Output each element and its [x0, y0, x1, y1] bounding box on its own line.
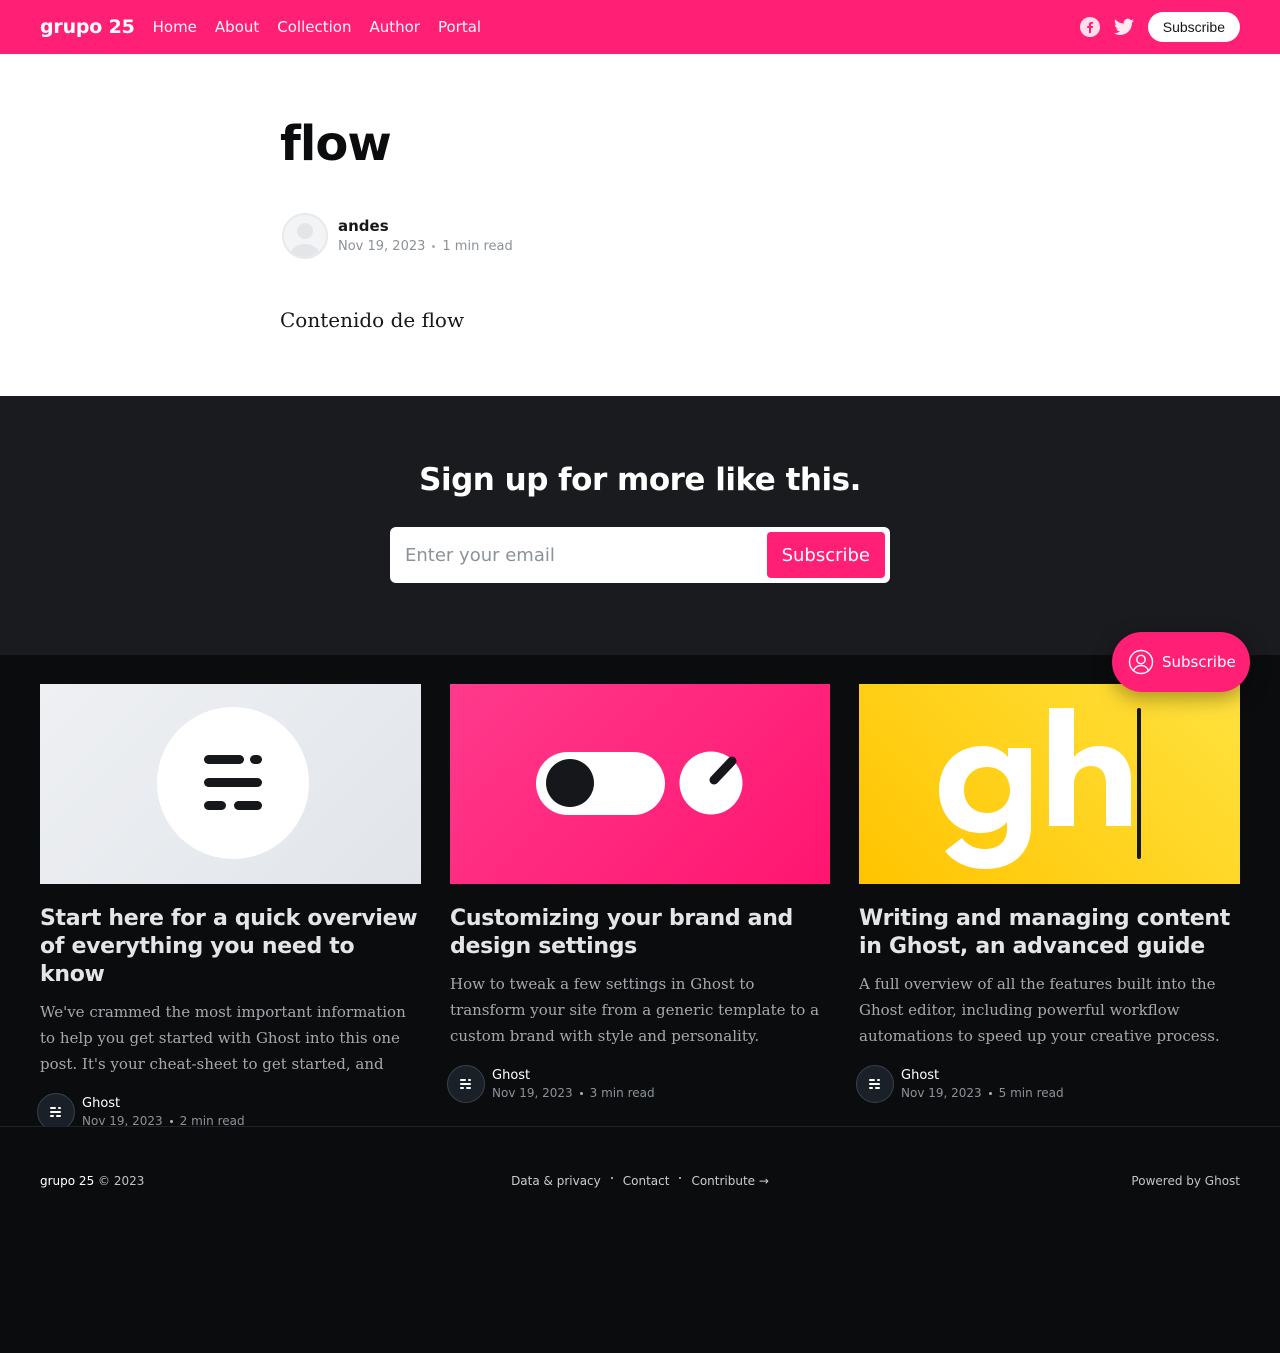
article-date: Nov 19, 2023: [338, 238, 426, 254]
twitter-icon[interactable]: [1113, 17, 1134, 37]
text-cursor-icon: [939, 708, 1141, 869]
site-footer: grupo 25 © 2023 Data & privacy Contact C…: [0, 1126, 1280, 1353]
article-reading-time: 1 min read: [442, 238, 513, 254]
post-card-image[interactable]: [40, 684, 421, 884]
post-card-meta: Ghost Nov 19, 2023 5 min read: [901, 1068, 1064, 1100]
ghost-logo-icon: [50, 1107, 61, 1117]
footer-separator: [679, 1177, 682, 1179]
post-card-title[interactable]: Start here for a quick overview of every…: [40, 905, 421, 989]
post-card-image[interactable]: [450, 684, 830, 884]
ghost-logo-icon: [157, 707, 309, 859]
article-byline: andes Nov 19, 2023 1 min read: [282, 213, 513, 259]
footer-nav: Data & privacy Contact Contribute →: [0, 1174, 1280, 1188]
article-title: flow: [280, 116, 392, 172]
footer-link-contact[interactable]: Contact: [623, 1174, 670, 1188]
article-meta: Nov 19, 2023 1 min read: [338, 239, 513, 254]
post-card-reading-time: 3 min read: [589, 1086, 655, 1100]
user-icon: [288, 223, 322, 257]
portal-subscribe-button[interactable]: Subscribe: [1112, 632, 1250, 692]
post-card-author[interactable]: Ghost: [82, 1096, 245, 1111]
powered-by-ghost[interactable]: Powered by Ghost: [1131, 1174, 1240, 1188]
post-card[interactable]: Customizing your brand and design settin…: [447, 684, 830, 1103]
post-card-image[interactable]: [859, 684, 1240, 884]
nav-item-collection[interactable]: Collection: [277, 18, 351, 36]
footer-separator: [610, 1177, 613, 1179]
ghost-logo-icon: [460, 1079, 471, 1089]
cta-subscribe-button[interactable]: Subscribe: [766, 532, 885, 578]
post-card-meta-line: Nov 19, 2023 3 min read: [492, 1086, 655, 1100]
post-card-author[interactable]: Ghost: [492, 1068, 655, 1083]
related-posts: Start here for a quick overview of every…: [0, 655, 1280, 1131]
post-card-date: Nov 19, 2023: [492, 1086, 573, 1100]
meta-separator: [432, 244, 436, 248]
user-circle-icon: [1128, 649, 1154, 675]
nav-item-portal[interactable]: Portal: [438, 18, 481, 36]
toggle-switch-icon: [536, 751, 743, 815]
post-card[interactable]: Writing and managing content in Ghost, a…: [856, 684, 1240, 1103]
post-card-title[interactable]: Customizing your brand and design settin…: [450, 905, 830, 961]
meta-separator: [169, 1119, 173, 1123]
header-subscribe-button[interactable]: Subscribe: [1147, 12, 1240, 42]
cta-form: Subscribe: [390, 527, 890, 583]
ghost-avatar[interactable]: [447, 1065, 485, 1103]
nav-item-about[interactable]: About: [215, 18, 259, 36]
post-card-footer: Ghost Nov 19, 2023 3 min read: [447, 1065, 830, 1103]
post-card-meta: Ghost Nov 19, 2023 2 min read: [82, 1096, 245, 1128]
byline-meta: andes Nov 19, 2023 1 min read: [338, 217, 513, 254]
ghost-logo-icon: [869, 1079, 880, 1089]
post-card-meta-line: Nov 19, 2023 5 min read: [901, 1086, 1064, 1100]
main-nav: Home About Collection Author Portal: [153, 18, 481, 36]
nav-item-home[interactable]: Home: [153, 18, 197, 36]
post-card-excerpt: A full overview of all the features buil…: [859, 975, 1220, 1045]
post-card-author[interactable]: Ghost: [901, 1068, 1064, 1083]
cta-title: Sign up for more like this.: [419, 462, 861, 498]
post-card[interactable]: Start here for a quick overview of every…: [37, 684, 421, 1131]
ghost-avatar[interactable]: [856, 1065, 894, 1103]
meta-separator: [579, 1091, 583, 1095]
site-header: grupo 25 Home About Collection Author Po…: [0, 0, 1280, 54]
post-card-footer: Ghost Nov 19, 2023 5 min read: [856, 1065, 1240, 1103]
article: flow andes Nov 19, 2023 1 min read Conte…: [0, 54, 1280, 396]
facebook-icon[interactable]: [1079, 17, 1100, 37]
newsletter-cta: Sign up for more like this. Subscribe: [0, 396, 1280, 655]
post-card-excerpt: How to tweak a few settings in Ghost to …: [450, 975, 820, 1045]
author-avatar[interactable]: [282, 213, 328, 259]
author-name[interactable]: andes: [338, 217, 513, 235]
site-logo[interactable]: grupo 25: [40, 16, 135, 38]
email-input[interactable]: [405, 544, 767, 566]
portal-label: Subscribe: [1162, 653, 1236, 671]
footer-link-contribute[interactable]: Contribute →: [691, 1174, 768, 1188]
post-card-title[interactable]: Writing and managing content in Ghost, a…: [859, 905, 1240, 961]
header-actions: Subscribe: [1079, 12, 1240, 42]
nav-item-author[interactable]: Author: [369, 18, 420, 36]
meta-separator: [988, 1091, 992, 1095]
post-card-meta: Ghost Nov 19, 2023 3 min read: [492, 1068, 655, 1100]
article-content: Contenido de flow: [280, 308, 465, 332]
post-card-date: Nov 19, 2023: [901, 1086, 982, 1100]
footer-link-privacy[interactable]: Data & privacy: [511, 1174, 601, 1188]
post-card-reading-time: 5 min read: [998, 1086, 1064, 1100]
post-card-excerpt: We've crammed the most important informa…: [40, 1003, 406, 1073]
